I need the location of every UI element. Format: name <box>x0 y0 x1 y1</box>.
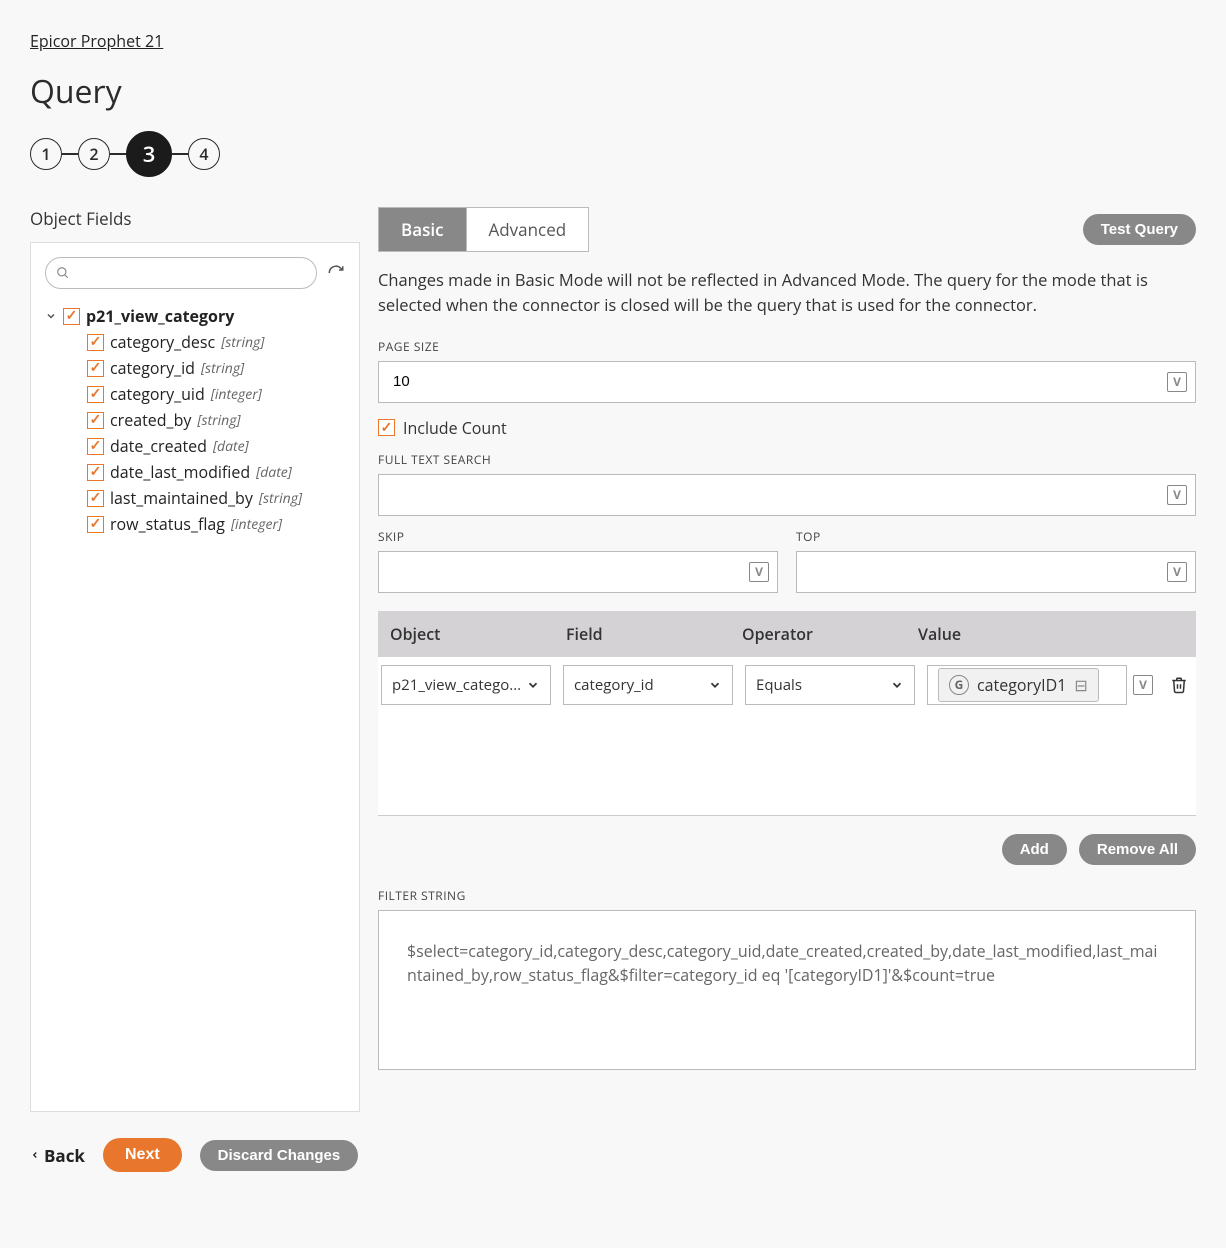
variable-icon[interactable]: V <box>1133 675 1153 695</box>
page-size-input[interactable] <box>379 362 1167 402</box>
field-row[interactable]: category_id [string] <box>87 355 345 381</box>
tree-root[interactable]: p21_view_category <box>45 303 345 329</box>
variable-icon[interactable]: V <box>1167 562 1187 582</box>
field-checkbox[interactable] <box>87 516 104 533</box>
field-tree: p21_view_category category_desc [string]… <box>45 303 345 537</box>
field-name: last_maintained_by <box>110 487 253 509</box>
variable-icon[interactable]: V <box>749 562 769 582</box>
field-row[interactable]: date_created [date] <box>87 433 345 459</box>
field-checkbox[interactable] <box>87 412 104 429</box>
field-row[interactable]: last_maintained_by [string] <box>87 485 345 511</box>
object-fields-label: Object Fields <box>30 207 360 230</box>
field-name: category_id <box>110 357 195 379</box>
tab-basic[interactable]: Basic <box>379 208 466 251</box>
field-type: [date] <box>213 437 249 456</box>
field-type: [string] <box>221 333 264 352</box>
chevron-down-icon <box>526 678 540 692</box>
delete-row-button[interactable] <box>1170 676 1188 694</box>
field-name: date_created <box>110 435 207 457</box>
field-type: [string] <box>259 489 302 508</box>
field-name: category_uid <box>110 383 205 405</box>
full-text-label: FULL TEXT SEARCH <box>378 451 1196 468</box>
field-checkbox[interactable] <box>87 490 104 507</box>
col-value: Value <box>906 611 1162 657</box>
field-type: [string] <box>201 359 244 378</box>
chevron-down-icon[interactable] <box>45 310 57 322</box>
field-search-input[interactable] <box>70 265 306 281</box>
field-name: created_by <box>110 409 191 431</box>
col-operator: Operator <box>730 611 906 657</box>
field-type: [date] <box>256 463 292 482</box>
field-row[interactable]: created_by [string] <box>87 407 345 433</box>
top-input[interactable] <box>797 552 1167 592</box>
chevron-down-icon <box>890 678 904 692</box>
back-button[interactable]: Back <box>30 1144 85 1167</box>
tab-advanced[interactable]: Advanced <box>466 208 589 251</box>
filter-row: p21_view_catego... category_id Equals Gcate… <box>378 657 1196 713</box>
step-1[interactable]: 1 <box>30 138 62 170</box>
global-var-icon: G <box>949 675 969 695</box>
chevron-down-icon <box>708 678 722 692</box>
field-type: [string] <box>197 411 240 430</box>
page-title: Query <box>30 70 1196 113</box>
back-label: Back <box>44 1144 85 1167</box>
field-name: date_last_modified <box>110 461 250 483</box>
include-count-label: Include Count <box>403 417 507 439</box>
next-button[interactable]: Next <box>103 1138 182 1172</box>
mode-tabs: Basic Advanced <box>378 207 589 252</box>
operator-select[interactable]: Equals <box>745 665 915 705</box>
step-3[interactable]: 3 <box>126 131 172 177</box>
object-select[interactable]: p21_view_catego... <box>381 665 551 705</box>
col-field: Field <box>554 611 730 657</box>
field-name: category_desc <box>110 331 215 353</box>
field-row[interactable]: category_desc [string] <box>87 329 345 355</box>
full-text-input[interactable] <box>379 475 1167 515</box>
value-input[interactable]: GcategoryID1⊟ <box>927 665 1127 705</box>
trash-icon <box>1170 676 1188 694</box>
test-query-button[interactable]: Test Query <box>1083 214 1196 245</box>
field-checkbox[interactable] <box>87 386 104 403</box>
field-checkbox[interactable] <box>87 334 104 351</box>
value-chip[interactable]: GcategoryID1⊟ <box>938 668 1099 702</box>
field-type: [integer] <box>211 385 262 404</box>
full-text-input-wrap: V <box>378 474 1196 516</box>
add-filter-button[interactable]: Add <box>1002 834 1067 865</box>
remove-all-button[interactable]: Remove All <box>1079 834 1196 865</box>
field-name: row_status_flag <box>110 513 225 535</box>
field-row[interactable]: date_last_modified [date] <box>87 459 345 485</box>
field-checkbox[interactable] <box>87 438 104 455</box>
variable-icon[interactable]: V <box>1167 485 1187 505</box>
step-4[interactable]: 4 <box>188 138 220 170</box>
page-size-input-wrap: V <box>378 361 1196 403</box>
field-checkbox[interactable] <box>87 360 104 377</box>
filter-string-label: FILTER STRING <box>378 887 1196 904</box>
refresh-fields-button[interactable] <box>327 264 345 282</box>
search-icon <box>56 266 70 280</box>
field-select[interactable]: category_id <box>563 665 733 705</box>
skip-input[interactable] <box>379 552 749 592</box>
field-type: [integer] <box>231 515 282 534</box>
mode-help-text: Changes made in Basic Mode will not be r… <box>378 268 1196 318</box>
filter-grid: Object Field Operator Value p21_view_cat… <box>378 611 1196 816</box>
field-search[interactable] <box>45 257 317 289</box>
col-object: Object <box>378 611 554 657</box>
page-size-label: PAGE SIZE <box>378 338 1196 355</box>
chevron-left-icon <box>30 1148 40 1162</box>
root-checkbox[interactable] <box>63 308 80 325</box>
filter-string-box: $select=category_id,category_desc,catego… <box>378 910 1196 1070</box>
chip-remove-icon[interactable]: ⊟ <box>1074 674 1087 696</box>
variable-icon[interactable]: V <box>1167 372 1187 392</box>
breadcrumb[interactable]: Epicor Prophet 21 <box>30 30 163 52</box>
root-name: p21_view_category <box>86 305 234 327</box>
field-row[interactable]: row_status_flag [integer] <box>87 511 345 537</box>
discard-button[interactable]: Discard Changes <box>200 1140 359 1171</box>
field-row[interactable]: category_uid [integer] <box>87 381 345 407</box>
include-count-checkbox[interactable] <box>378 419 395 436</box>
field-checkbox[interactable] <box>87 464 104 481</box>
stepper: 1234 <box>30 131 1196 177</box>
object-fields-panel: p21_view_category category_desc [string]… <box>30 242 360 1112</box>
top-label: TOP <box>796 528 1196 545</box>
skip-label: SKIP <box>378 528 778 545</box>
step-2[interactable]: 2 <box>78 138 110 170</box>
